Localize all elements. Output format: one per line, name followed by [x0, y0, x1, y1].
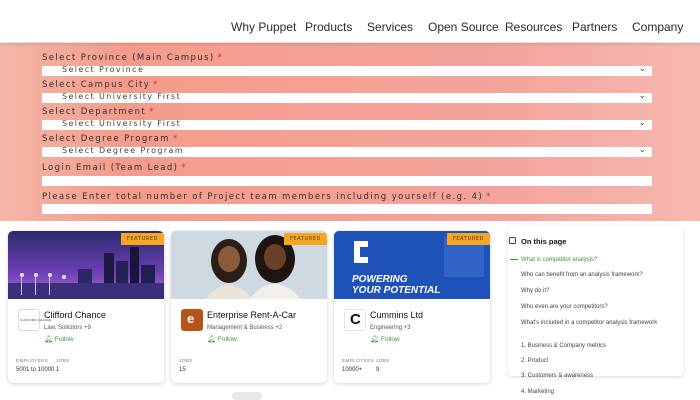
- toc-active-indicator: [510, 259, 518, 260]
- department-label: Select Department *: [42, 107, 155, 117]
- toc-link-customers-awareness[interactable]: 3. Customers & awareness: [521, 373, 593, 379]
- degree-program-select-value: Select Degree Program: [62, 146, 185, 155]
- follow-button[interactable]: 🔔︎ Follow: [44, 335, 74, 343]
- employees-label: EMPLOYEES: [342, 358, 375, 363]
- chevron-down-icon: ⌄: [638, 117, 646, 127]
- nav-services[interactable]: Services: [367, 20, 413, 34]
- jobs-value: 1: [56, 367, 60, 373]
- login-email-input[interactable]: [42, 176, 652, 186]
- jobs-value: 15: [179, 367, 186, 373]
- toc-heading: On this page: [509, 237, 566, 246]
- nav-open-source[interactable]: Open Source: [428, 20, 499, 34]
- toc-link-marketing[interactable]: 4. Marketing: [521, 389, 554, 395]
- chevron-down-icon: ⌄: [638, 144, 646, 154]
- jobs-label: JOBS: [56, 358, 70, 363]
- company-name[interactable]: Clifford Chance: [44, 310, 106, 320]
- employees-value: 5001 to 10000: [16, 367, 55, 373]
- degree-program-select[interactable]: Select Degree Program ⌄: [42, 144, 652, 157]
- cover-headline-2: YOUR POTENTIAL: [352, 285, 441, 296]
- chevron-down-icon: ⌄: [638, 90, 646, 100]
- top-nav: Why Puppet Products Services Open Source…: [0, 0, 700, 43]
- nav-company[interactable]: Company: [632, 20, 683, 34]
- company-name[interactable]: Cummins Ltd: [370, 310, 423, 320]
- company-logo: e: [181, 309, 203, 331]
- department-select[interactable]: Select University First ⌄: [42, 117, 652, 130]
- campus-city-select-value: Select University First: [62, 92, 182, 101]
- company-name[interactable]: Enterprise Rent-A-Car: [207, 310, 296, 320]
- department-select-value: Select University First: [62, 119, 182, 128]
- cover-headline-1: POWERING: [352, 274, 408, 285]
- team-members-label: Please Enter total number of Project tea…: [42, 192, 492, 202]
- featured-badge: FEATURED: [283, 233, 327, 245]
- employees-value: 10000+: [342, 367, 363, 373]
- province-label: Select Province (Main Campus) *: [42, 53, 224, 63]
- company-logo: CLIFFORD CHANCE: [18, 309, 51, 331]
- campus-city-select[interactable]: Select University First ⌄: [42, 90, 652, 103]
- nav-products[interactable]: Products: [305, 20, 352, 34]
- toc-link-product[interactable]: 2. Product: [521, 357, 548, 365]
- toc-link-whats-included[interactable]: What's included in a competitor analysis…: [521, 319, 661, 327]
- jobs-label: JOBS: [376, 358, 390, 363]
- list-icon: [509, 237, 516, 244]
- nav-why-puppet[interactable]: Why Puppet: [231, 20, 296, 34]
- chevron-down-icon: ⌄: [638, 63, 646, 73]
- toc-link-business-metrics[interactable]: 1. Business & Company metrics: [521, 342, 606, 350]
- company-industry: Law, Solicitors +9: [44, 325, 91, 331]
- toc-link-what-is-competitor-analysis[interactable]: What is competitor analysis?: [521, 256, 597, 264]
- company-card-enterprise[interactable]: FEATURED e Enterprise Rent-A-Car Managem…: [171, 231, 327, 383]
- employees-label: EMPLOYEES: [16, 358, 49, 363]
- toc-link-who-can-benefit[interactable]: Who can benefit from an analysis framewo…: [521, 271, 643, 279]
- on-this-page-panel: On this page What is competitor analysis…: [508, 226, 683, 376]
- featured-badge: FEATURED: [120, 233, 164, 245]
- registration-form: Select Province (Main Campus) * Select Pr…: [0, 43, 700, 221]
- team-members-input[interactable]: [42, 204, 652, 214]
- bell-icon: 🔔︎: [44, 336, 53, 343]
- bell-icon: 🔔︎: [370, 336, 379, 343]
- degree-program-label: Select Degree Program *: [42, 134, 179, 144]
- company-card-cummins[interactable]: POWERING YOUR POTENTIAL FEATURED C Cummi…: [334, 231, 490, 383]
- nav-resources[interactable]: Resources: [505, 20, 562, 34]
- campus-city-label: Select Campus City *: [42, 80, 159, 90]
- province-select-value: Select Province: [62, 65, 145, 74]
- featured-badge: FEATURED: [446, 233, 490, 245]
- login-email-label: Login Email (Team Lead) *: [42, 163, 187, 173]
- jobs-label: JOBS: [179, 358, 193, 363]
- toc-link-why-do-it[interactable]: Why do it?: [521, 287, 549, 295]
- province-select[interactable]: Select Province ⌄: [42, 63, 652, 76]
- follow-button[interactable]: 🔔︎ Follow: [370, 335, 400, 343]
- carousel-pager[interactable]: [232, 392, 262, 400]
- jobs-value: 9: [376, 367, 380, 373]
- company-logo: C: [344, 309, 366, 331]
- toc-link-who-are-competitors[interactable]: Who even are your competitors?: [521, 303, 608, 311]
- follow-button[interactable]: 🔔︎ Follow: [207, 335, 237, 343]
- nav-partners[interactable]: Partners: [572, 20, 617, 34]
- company-industry: Engineering +3: [370, 325, 411, 331]
- bell-icon: 🔔︎: [207, 336, 216, 343]
- company-industry: Management & Business +2: [207, 325, 283, 331]
- company-card-clifford-chance[interactable]: FEATURED CLIFFORD CHANCE Clifford Chance…: [8, 231, 164, 383]
